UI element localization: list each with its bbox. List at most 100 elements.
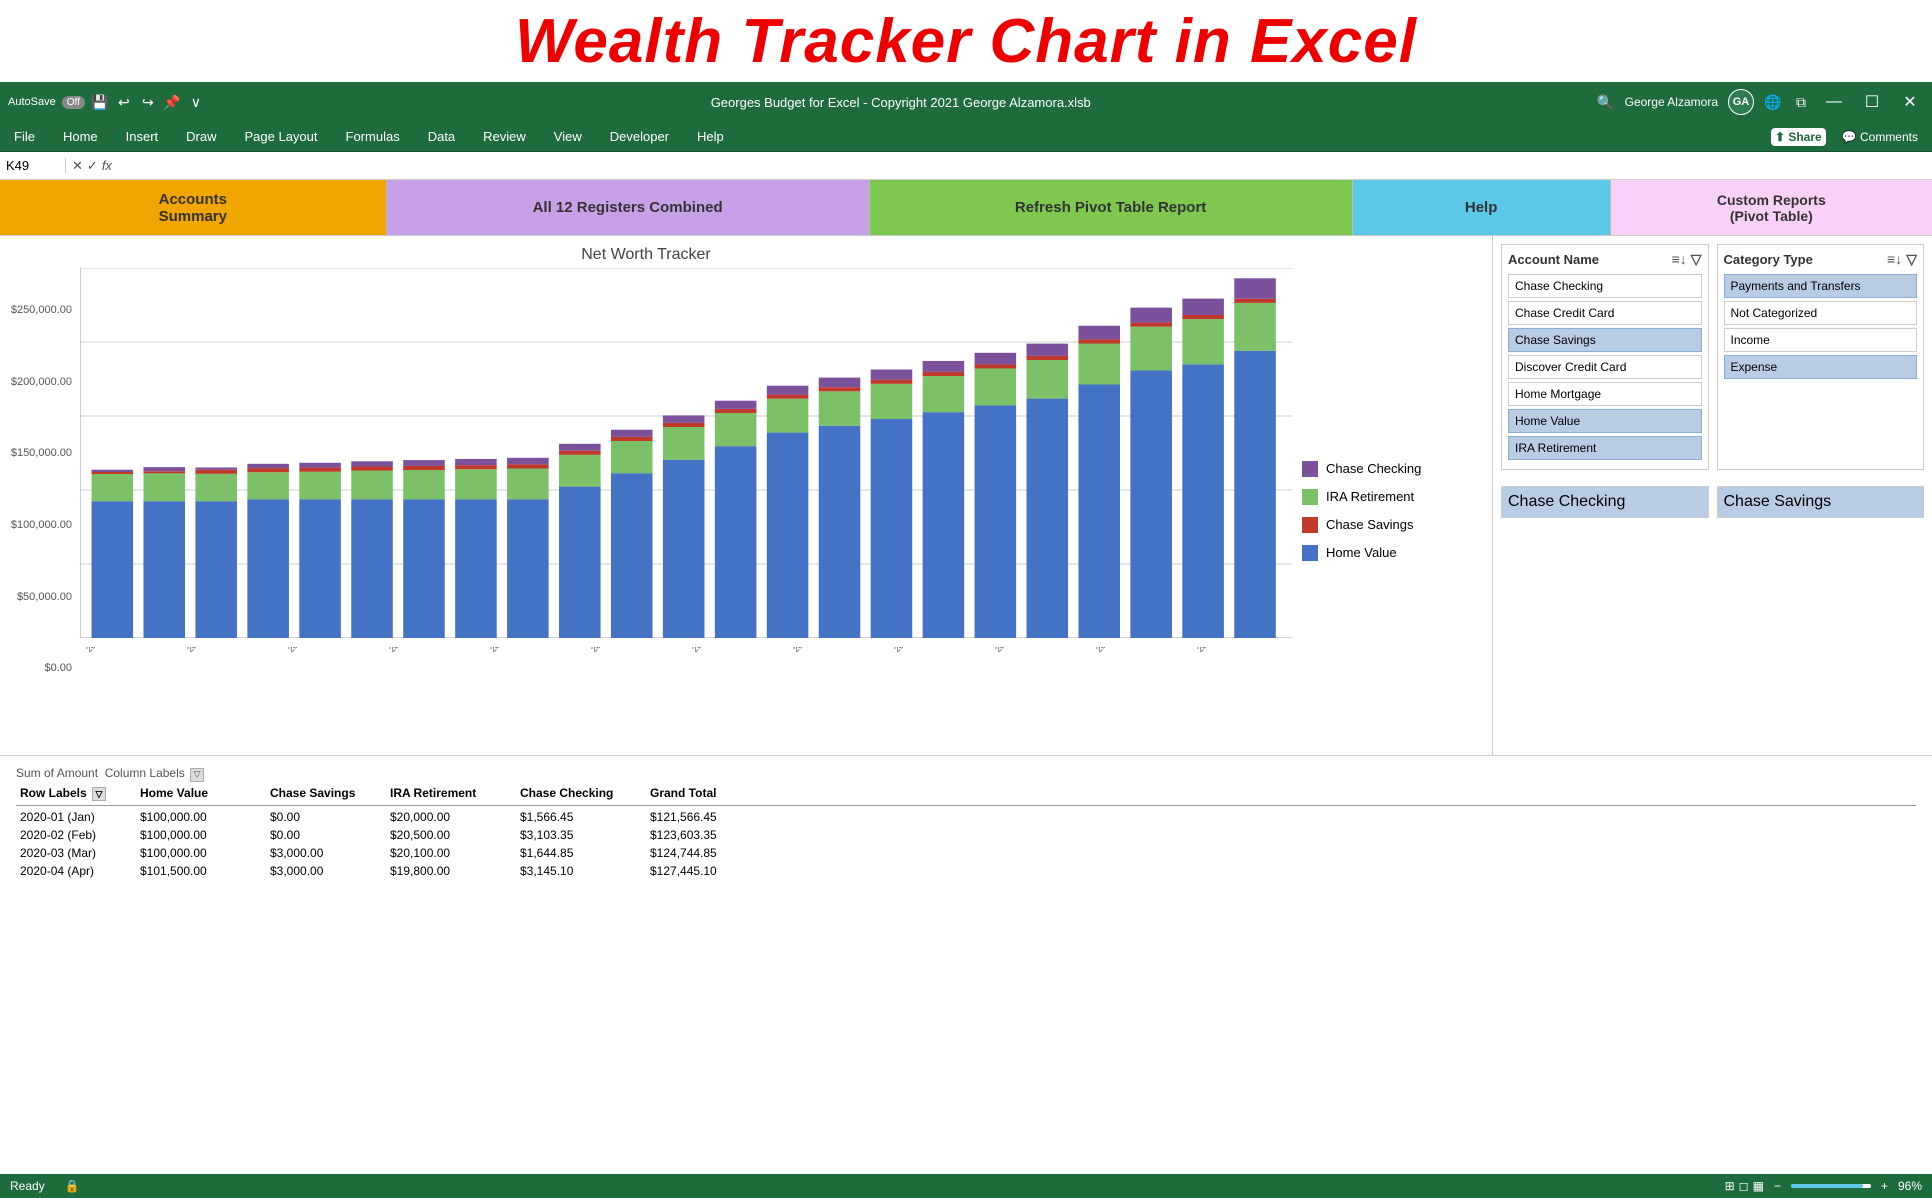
share-button[interactable]: ⬆ Share [1771,128,1826,146]
custom-reports-label: Custom Reports(Pivot Table) [1717,192,1826,224]
x-label-2: 2020-03 (Mar) [185,647,261,654]
cell-hv-feb: $100,000.00 [136,826,266,844]
account-filter-filter-icon[interactable]: ▽ [1691,251,1702,268]
restore-icon[interactable]: ⧉ [1792,93,1810,111]
account-filter-item-chase-credit-card[interactable]: Chase Credit Card [1508,301,1702,325]
category-filter-filter-icon[interactable]: ▽ [1906,251,1917,268]
category-filter-title: Category Type [1724,252,1813,267]
more-icon[interactable]: ∨ [187,93,205,111]
cell-gt-feb: $123,603.35 [646,826,776,844]
table-row: 2020-01 (Jan) $100,000.00 $0.00 $20,000.… [16,808,1916,826]
minimize-btn[interactable]: — [1820,88,1848,116]
cancel-formula-icon[interactable]: ✕ [72,158,83,174]
column-labels-filter-icon[interactable]: ▽ [190,768,204,782]
account-filter-item-ira[interactable]: IRA Retirement [1508,436,1702,460]
cell-ira-mar: $20,100.00 [386,844,516,862]
category-filter-sort-icon[interactable]: ≡↓ [1887,251,1902,268]
bar-group-14 [767,386,809,638]
bar-group-5 [299,463,341,638]
legend-color-chase-savings [1302,517,1318,533]
bar-group-6 [351,461,393,638]
x-label-4: 2020-07 (Jul) [387,647,463,654]
category-filter-item-expense[interactable]: Expense [1724,355,1918,379]
legend-color-ira-retirement [1302,489,1318,505]
cell-reference[interactable]: K49 [6,158,66,173]
page-layout-view-icon[interactable]: ◻ [1739,1179,1749,1193]
header-chase-savings: Chase Savings [266,784,386,804]
bar-group-22 [1182,299,1224,638]
bar-group-13 [715,401,757,638]
bar-group-8 [455,459,497,638]
save-icon[interactable]: 💾 [91,93,109,111]
tab-file[interactable]: File [10,127,39,146]
tab-data[interactable]: Data [424,127,459,146]
chart-svg [80,268,1292,638]
close-btn[interactable]: ✕ [1896,88,1924,116]
undo-icon[interactable]: ↩ [115,93,133,111]
refresh-pivot-button[interactable]: Refresh Pivot Table Report [869,180,1352,235]
page-break-view-icon[interactable]: ▦ [1753,1179,1764,1193]
formula-input[interactable] [118,158,1926,173]
category-filter-header: Category Type ≡↓ ▽ [1724,251,1918,268]
bar-group-7 [403,460,445,638]
y-label-50k: $50,000.00 [17,591,72,603]
all-registers-button[interactable]: All 12 Registers Combined [386,180,869,235]
account-filter-item-discover[interactable]: Discover Credit Card [1508,355,1702,379]
y-axis: $250,000.00 $200,000.00 $150,000.00 $100… [0,304,80,674]
chase-checking-secondary: Chase Checking [1501,486,1709,518]
category-filter-item-income[interactable]: Income [1724,328,1918,352]
legend-chase-checking: Chase Checking [1302,461,1492,477]
bar-group-15 [819,378,861,638]
tab-review[interactable]: Review [479,127,530,146]
autosave-toggle[interactable]: Off [62,96,85,109]
redo-icon[interactable]: ↪ [139,93,157,111]
confirm-formula-icon[interactable]: ✓ [87,158,98,174]
table-row: 2020-03 (Mar) $100,000.00 $3,000.00 $20,… [16,844,1916,862]
search-icon[interactable]: 🔍 [1597,93,1615,111]
zoom-minus-icon[interactable]: − [1774,1179,1781,1193]
x-label-5: 2020-09 (Sep) [488,647,564,654]
x-label-10: 2021-07 (Jul) [993,647,1069,654]
account-filter-item-chase-checking[interactable]: Chase Checking [1508,274,1702,298]
header-ira: IRA Retirement [386,784,516,804]
bar-group-19 [1027,344,1069,638]
pin-icon[interactable]: 📌 [163,93,181,111]
account-filter-item-home-value[interactable]: Home Value [1508,409,1702,433]
table-row: 2020-02 (Feb) $100,000.00 $0.00 $20,500.… [16,826,1916,844]
account-filter-sort-icon[interactable]: ≡↓ [1672,251,1687,268]
category-filter-item-not-categorized[interactable]: Not Categorized [1724,301,1918,325]
tab-formulas[interactable]: Formulas [342,127,404,146]
row-label-feb: 2020-02 (Feb) [16,826,136,844]
tab-page-layout[interactable]: Page Layout [241,127,322,146]
filename-label: Georges Budget for Excel - Copyright 202… [205,95,1597,110]
tab-help[interactable]: Help [693,127,728,146]
formula-bar: K49 ✕ ✓ fx [0,152,1932,180]
tab-home[interactable]: Home [59,127,102,146]
bar-group-17 [923,361,965,638]
help-label: Help [1465,199,1498,216]
account-filter-item-chase-savings[interactable]: Chase Savings [1508,328,1702,352]
x-label-12: 2021-11 (Nov) [1195,647,1271,654]
custom-reports-button[interactable]: Custom Reports(Pivot Table) [1610,180,1932,235]
legend-color-chase-checking [1302,461,1318,477]
insert-function-icon[interactable]: fx [102,158,112,174]
accounts-summary-button[interactable]: AccountsSummary [0,180,386,235]
pivot-sum-label: Sum of Amount Column Labels ▽ [16,766,1916,782]
zoom-plus-icon[interactable]: + [1881,1179,1888,1193]
tab-developer[interactable]: Developer [606,127,673,146]
category-filter-item-payments[interactable]: Payments and Transfers [1724,274,1918,298]
maximize-btn[interactable]: ☐ [1858,88,1886,116]
account-filter-item-home-mortgage[interactable]: Home Mortgage [1508,382,1702,406]
header-grand-total: Grand Total [646,784,776,804]
bar-group-3 [195,468,237,639]
globe-icon[interactable]: 🌐 [1764,93,1782,111]
tab-draw[interactable]: Draw [182,127,220,146]
help-button[interactable]: Help [1352,180,1610,235]
comments-button[interactable]: 💬 Comments [1838,128,1922,146]
zoom-slider[interactable] [1791,1184,1871,1188]
normal-view-icon[interactable]: ⊞ [1725,1179,1735,1193]
x-label-11: 2021-09 (Sep) [1094,647,1170,654]
row-labels-filter-icon[interactable]: ▽ [92,787,106,801]
tab-insert[interactable]: Insert [122,127,163,146]
tab-view[interactable]: View [550,127,586,146]
